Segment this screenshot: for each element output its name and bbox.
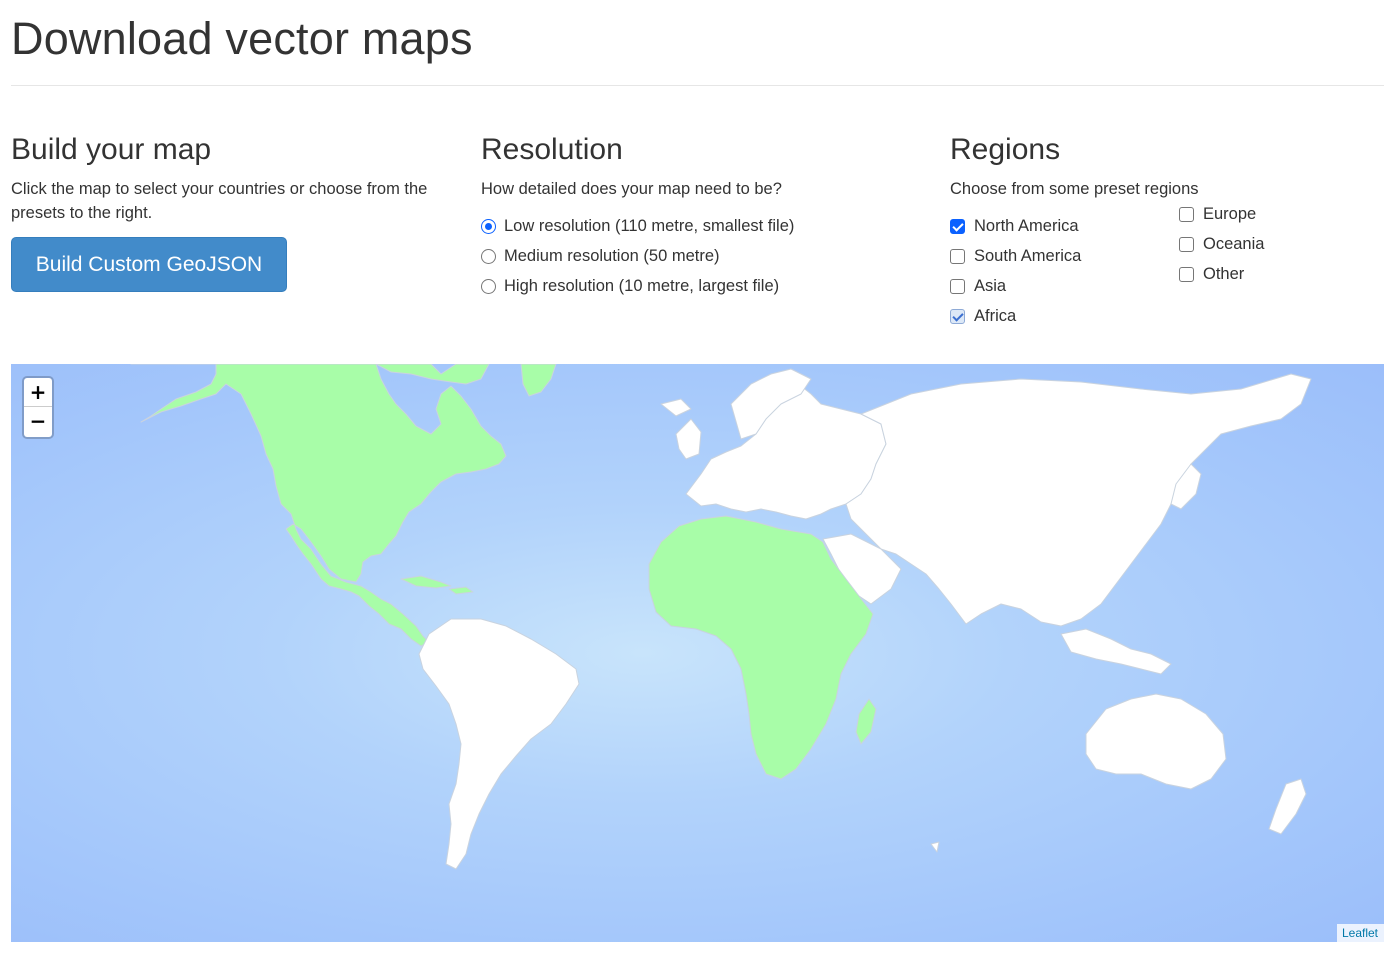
checkbox-asia[interactable] [950, 278, 965, 294]
country-australia [1085, 693, 1227, 790]
checkbox-north-america[interactable] [950, 218, 965, 234]
country-uk [675, 418, 702, 460]
country-iceland [660, 398, 692, 417]
resolution-option-label: Medium resolution (50 metre) [504, 246, 720, 265]
checkbox-other[interactable] [1179, 266, 1194, 282]
region-label: Africa [974, 306, 1017, 325]
region-south-america[interactable]: South America [950, 244, 1081, 268]
country-south-america [418, 618, 580, 870]
country-canada-islands [375, 364, 490, 385]
checkbox-europe[interactable] [1179, 206, 1194, 222]
region-label: Asia [974, 276, 1007, 295]
build-heading: Build your map [11, 133, 212, 166]
world-map[interactable]: + − Leaflet [11, 364, 1384, 942]
zoom-in-button[interactable]: + [24, 378, 52, 407]
region-label: Europe [1203, 204, 1257, 223]
resolution-description: How detailed does your map need to be? [481, 180, 782, 198]
regions-description: Choose from some preset regions [950, 180, 1199, 198]
checkbox-africa[interactable] [950, 308, 965, 324]
resolution-option-low[interactable]: Low resolution (110 metre, smallest file… [481, 214, 794, 238]
country-greenland [520, 364, 557, 397]
leaflet-attribution-link[interactable]: Leaflet [1336, 924, 1384, 942]
regions-section: Regions Choose from some preset regions … [950, 130, 1390, 325]
region-other[interactable]: Other [1179, 262, 1244, 286]
radio-low[interactable] [481, 218, 496, 234]
regions-heading: Regions [950, 133, 1061, 166]
region-asia[interactable]: Asia [950, 274, 1006, 298]
build-geojson-button[interactable]: Build Custom GeoJSON [11, 237, 287, 292]
country-antarctica-piece [930, 841, 940, 853]
region-label: Oceania [1203, 234, 1265, 253]
region-label: South America [974, 246, 1082, 265]
country-southeast-asia [1060, 628, 1172, 675]
resolution-section: Resolution How detailed does your map ne… [481, 130, 921, 295]
resolution-heading: Resolution [481, 133, 623, 166]
region-label: North America [974, 216, 1079, 235]
checkbox-oceania[interactable] [1179, 236, 1194, 252]
page-header: Download vector maps [11, 0, 1384, 86]
zoom-out-button[interactable]: − [24, 407, 52, 436]
resolution-option-medium[interactable]: Medium resolution (50 metre) [481, 244, 720, 268]
resolution-option-label: Low resolution (110 metre, smallest file… [504, 216, 795, 235]
resolution-option-high[interactable]: High resolution (10 metre, largest file) [481, 274, 779, 298]
region-africa[interactable]: Africa [950, 304, 1016, 328]
resolution-option-label: High resolution (10 metre, largest file) [504, 276, 780, 295]
country-north-america [130, 364, 507, 647]
page-title: Download vector maps [11, 13, 473, 64]
zoom-control: + − [22, 376, 54, 439]
build-description: Click the map to select your countries o… [11, 180, 428, 222]
country-hispaniola [448, 586, 474, 595]
country-asia [845, 373, 1312, 627]
country-new-zealand [1268, 778, 1307, 835]
region-label: Other [1203, 264, 1245, 283]
country-madagascar [855, 698, 877, 745]
checkbox-south-america[interactable] [950, 248, 965, 264]
build-section: Build your map Click the map to select y… [11, 130, 451, 292]
map-layer[interactable] [11, 364, 1384, 942]
region-north-america[interactable]: North America [950, 214, 1079, 238]
radio-medium[interactable] [481, 248, 496, 264]
region-oceania[interactable]: Oceania [1179, 232, 1264, 256]
region-europe[interactable]: Europe [1179, 202, 1256, 226]
country-cuba [400, 575, 452, 589]
radio-high[interactable] [481, 278, 496, 294]
